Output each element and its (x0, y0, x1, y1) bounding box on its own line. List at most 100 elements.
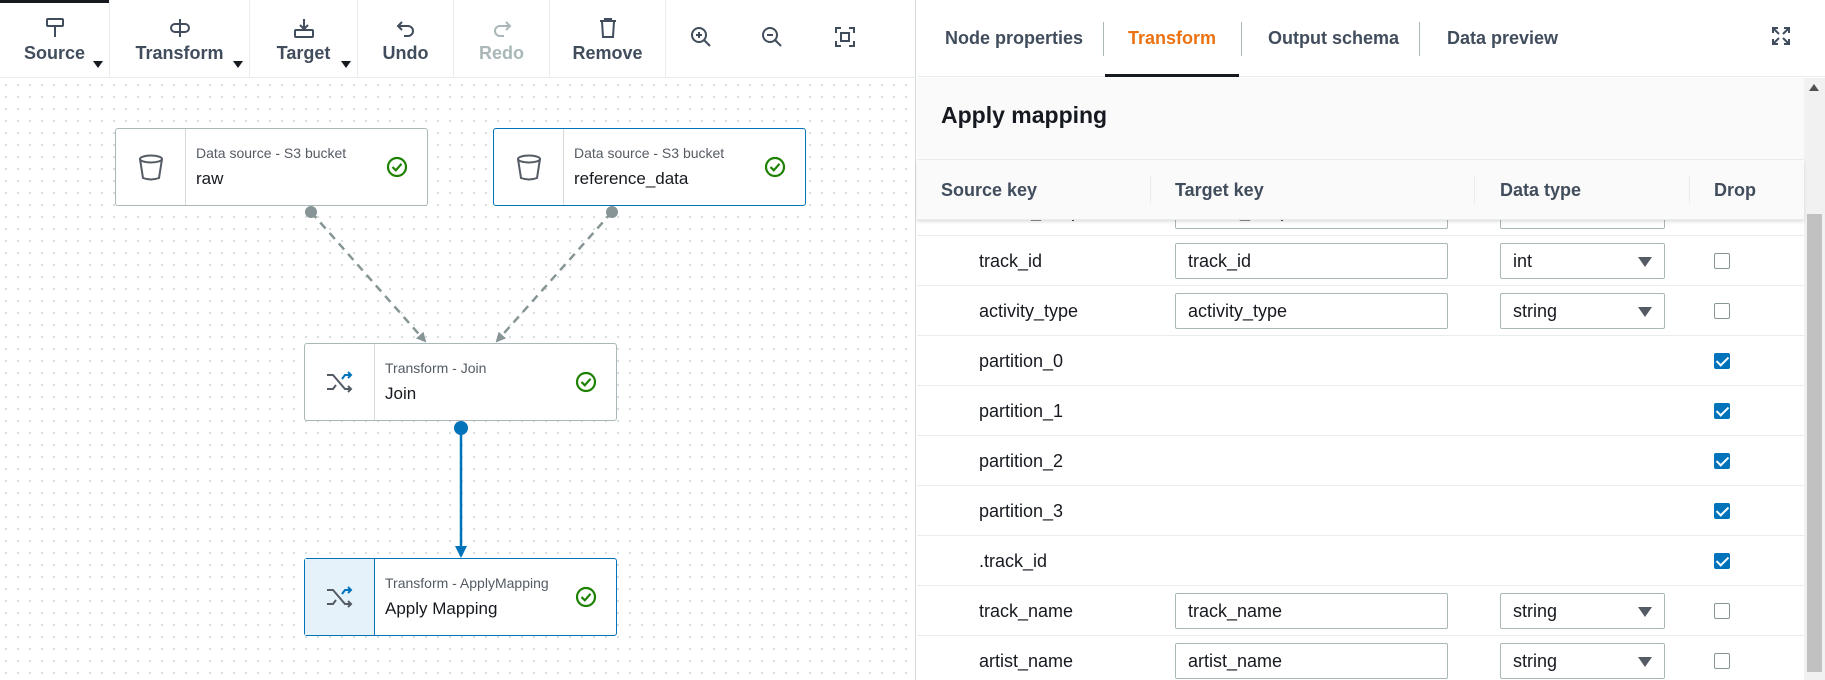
node-reference-data[interactable]: Data source - S3 bucket reference_data (493, 128, 806, 206)
data-type-value: int (1513, 220, 1532, 222)
shuffle-icon (305, 559, 375, 635)
zoom-in-button[interactable] (666, 0, 736, 78)
target-key-input[interactable] (1175, 220, 1448, 229)
glue-studio-editor: Source Transform Target Undo Redo Remove… (0, 0, 1825, 680)
target-key-input[interactable] (1175, 243, 1448, 279)
data-type-select[interactable]: int (1500, 220, 1665, 229)
node-type: Data source - S3 bucket (574, 145, 725, 161)
drop-checkbox[interactable] (1714, 303, 1730, 319)
column-header-target-key: Target key (1175, 179, 1264, 200)
expand-panel-button[interactable] (1769, 26, 1793, 50)
node-name: Join (385, 384, 417, 403)
table-row: partition_0 (917, 336, 1804, 386)
drop-checkbox[interactable] (1714, 453, 1730, 469)
tab-divider (1241, 22, 1242, 56)
table-row: track_id int (917, 236, 1804, 286)
node-type: Data source - S3 bucket (196, 145, 347, 161)
remove-button[interactable]: Remove (550, 0, 666, 78)
node-name: reference_data (574, 169, 689, 188)
undo-label: Undo (382, 42, 429, 63)
transform-dropdown-button[interactable]: Transform (110, 0, 250, 78)
table-row: device_temp int (917, 220, 1804, 236)
column-divider (1474, 176, 1475, 204)
check-circle-icon (745, 129, 805, 205)
caret-down-icon (1638, 657, 1652, 667)
table-row: track_name string (917, 586, 1804, 636)
transform-icon (169, 15, 191, 41)
caret-down-icon (1638, 257, 1652, 267)
shuffle-icon (305, 344, 375, 420)
source-key: artist_name (979, 650, 1074, 671)
node-type: Transform - ApplyMapping (385, 575, 549, 591)
target-key-input[interactable] (1175, 643, 1448, 679)
column-divider (1689, 176, 1690, 204)
source-key: .track_id (979, 550, 1048, 571)
redo-icon (492, 15, 512, 41)
target-key-input[interactable] (1175, 293, 1448, 329)
redo-button[interactable]: Redo (454, 0, 550, 78)
node-type: Transform - Join (385, 360, 487, 376)
column-divider (1150, 176, 1151, 204)
panel-header: Apply mapping (917, 78, 1804, 160)
zoom-in-icon (690, 26, 712, 53)
target-icon (293, 15, 315, 41)
tab-node-properties[interactable]: Node properties (945, 0, 1083, 77)
tab-output-schema[interactable]: Output schema (1268, 0, 1399, 77)
node-name: raw (196, 169, 224, 188)
column-header-drop: Drop (1714, 179, 1756, 200)
drop-checkbox[interactable] (1714, 403, 1730, 419)
mapping-table-header: Source key Target key Data type Drop (917, 160, 1804, 220)
check-circle-icon (367, 129, 427, 205)
tab-divider (1419, 22, 1420, 56)
drop-checkbox[interactable] (1714, 353, 1730, 369)
node-name: Apply Mapping (385, 599, 498, 618)
scroll-up-arrow-icon[interactable] (1809, 84, 1819, 91)
tab-transform[interactable]: Transform (1105, 0, 1239, 77)
node-raw[interactable]: Data source - S3 bucket raw (115, 128, 428, 206)
source-key: partition_0 (979, 350, 1064, 371)
scroll-thumb[interactable] (1807, 214, 1822, 672)
drop-checkbox[interactable] (1714, 653, 1730, 669)
source-label: Source (23, 42, 86, 63)
undo-button[interactable]: Undo (358, 0, 454, 78)
toolbar: Source Transform Target Undo Redo Remove (0, 0, 915, 78)
trash-icon (598, 15, 618, 41)
data-type-select[interactable]: string (1500, 593, 1665, 629)
drop-checkbox[interactable] (1714, 503, 1730, 519)
data-type-select[interactable]: string (1500, 643, 1665, 679)
mapping-rows: device_tempinttrack_idintactivity_typest… (917, 220, 1804, 680)
target-key-input[interactable] (1175, 593, 1448, 629)
bucket-icon (116, 129, 186, 205)
data-type-select[interactable]: string (1500, 293, 1665, 329)
check-circle-icon (556, 559, 616, 635)
expand-icon (1771, 26, 1791, 51)
target-dropdown-button[interactable]: Target (250, 0, 358, 78)
transform-label: Transform (135, 42, 224, 63)
mapping-table-body[interactable]: device_tempinttrack_idintactivity_typest… (917, 220, 1804, 680)
drop-checkbox[interactable] (1714, 253, 1730, 269)
source-icon (45, 15, 65, 41)
node-apply-mapping[interactable]: Transform - ApplyMapping Apply Mapping (304, 558, 617, 636)
drop-checkbox[interactable] (1714, 603, 1730, 619)
target-label: Target (276, 42, 331, 63)
column-header-source-key: Source key (941, 179, 1038, 200)
node-details-panel: Node properties Transform Output schema … (917, 0, 1825, 680)
check-circle-icon (556, 344, 616, 420)
visual-editor: Source Transform Target Undo Redo Remove… (0, 0, 916, 680)
table-row: partition_1 (917, 386, 1804, 436)
source-dropdown-button[interactable]: Source (0, 0, 110, 78)
table-row: partition_2 (917, 436, 1804, 486)
drop-checkbox[interactable] (1714, 553, 1730, 569)
panel-scrollbar[interactable] (1804, 78, 1825, 680)
source-key: activity_type (979, 300, 1079, 321)
source-key: device_temp (979, 220, 1081, 236)
source-key: partition_1 (979, 400, 1064, 421)
zoom-out-button[interactable] (737, 0, 807, 78)
node-join[interactable]: Transform - Join Join (304, 343, 617, 421)
fit-to-screen-button[interactable] (810, 0, 880, 78)
data-type-select[interactable]: int (1500, 243, 1665, 279)
redo-label: Redo (479, 42, 524, 63)
data-type-value: string (1513, 600, 1558, 621)
source-key: partition_2 (979, 450, 1064, 471)
tab-data-preview[interactable]: Data preview (1447, 0, 1558, 77)
